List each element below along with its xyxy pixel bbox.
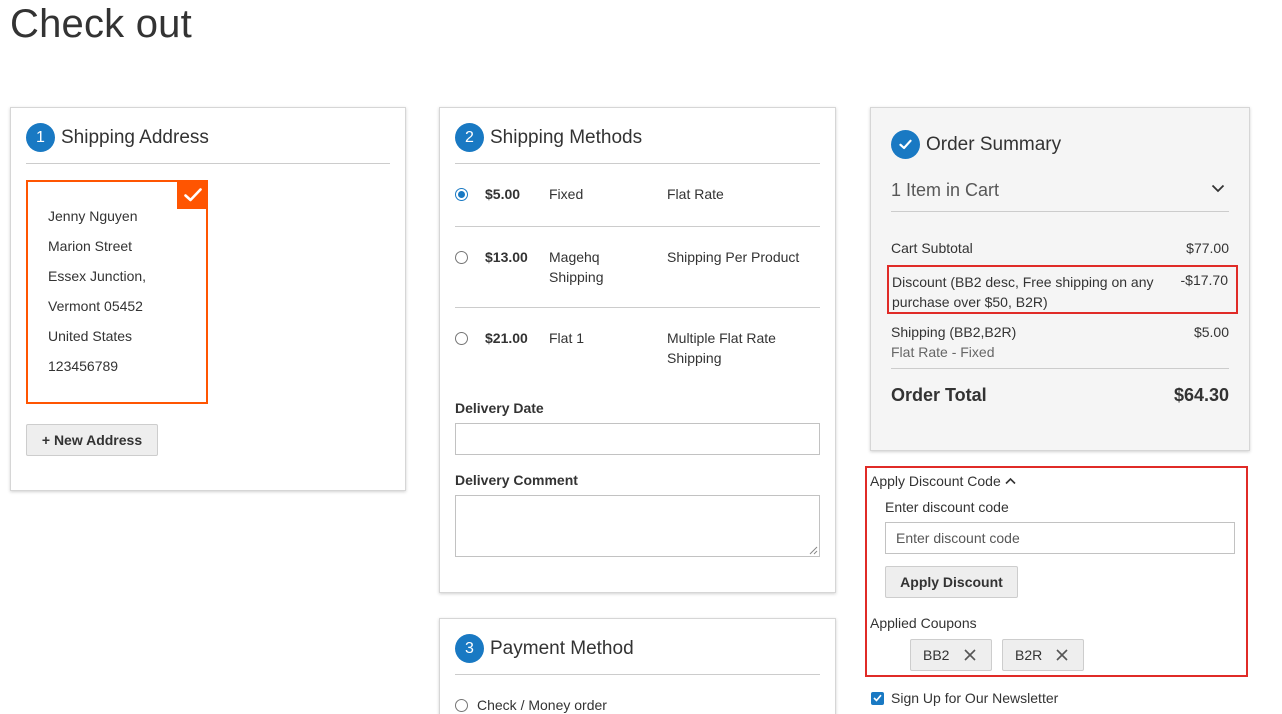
- delivery-comment-label: Delivery Comment: [455, 472, 578, 488]
- divider: [26, 163, 390, 164]
- step-number-1: 1: [26, 123, 55, 152]
- payment-radio-check-money-order[interactable]: [455, 699, 468, 712]
- order-summary-title: Order Summary: [926, 133, 1062, 155]
- coupon-tag-b2r: B2R: [1002, 639, 1084, 671]
- payment-option-label: Check / Money order: [477, 697, 607, 713]
- shipping-methods-title: Shipping Methods: [490, 126, 643, 148]
- divider: [891, 368, 1229, 369]
- shipping-method-price: $5.00: [485, 186, 521, 202]
- shipping-method-radio-multiple-flat[interactable]: [455, 332, 468, 345]
- newsletter-signup[interactable]: Sign Up for Our Newsletter: [871, 690, 1058, 706]
- shipping-method-sub: Flat Rate - Fixed: [891, 344, 995, 360]
- chevron-up-icon: [1005, 477, 1016, 485]
- shipping-method-row[interactable]: $5.00 Fixed Flat Rate: [455, 186, 820, 226]
- divider: [891, 211, 1229, 212]
- items-in-cart-toggle[interactable]: 1 Item in Cart: [891, 178, 1229, 212]
- shipping-method-price: $13.00: [485, 249, 528, 265]
- new-address-button[interactable]: + New Address: [26, 424, 158, 456]
- address-city: Essex Junction,: [48, 268, 147, 284]
- address-phone: 123456789: [48, 358, 119, 374]
- shipping-method-radio-per-product[interactable]: [455, 251, 468, 264]
- divider: [455, 674, 820, 675]
- order-total-value: $64.30: [1173, 385, 1229, 405]
- shipping-method-name: Flat 1: [549, 330, 585, 346]
- shipping-method-carrier: Multiple Flat Rate Shipping: [667, 330, 776, 366]
- divider: [455, 163, 820, 164]
- discount-label: Discount (BB2 desc, Free shipping on any…: [892, 274, 1154, 310]
- cart-subtotal-value: $77.00: [1186, 240, 1229, 256]
- shipping-method-row[interactable]: $13.00 Magehq Shipping Shipping Per Prod…: [455, 249, 820, 299]
- divider: [455, 307, 820, 308]
- check-icon: [873, 694, 882, 702]
- discount-field-label: Enter discount code: [885, 499, 1009, 515]
- payment-method-panel: 3 Payment Method Check / Money order: [439, 618, 836, 714]
- shipping-address-panel: 1 Shipping Address Jenny Nguyen Marion S…: [10, 107, 406, 491]
- shipping-method-carrier: Flat Rate: [667, 186, 724, 202]
- coupon-code: B2R: [1015, 647, 1043, 663]
- shipping-method-row[interactable]: $21.00 Flat 1 Multiple Flat Rate Shippin…: [455, 330, 820, 380]
- shipping-method-price: $21.00: [485, 330, 528, 346]
- order-summary-header: Order Summary: [891, 130, 1061, 159]
- delivery-date-label: Delivery Date: [455, 400, 544, 416]
- resize-handle-icon[interactable]: [809, 546, 818, 555]
- order-total-label: Order Total: [891, 385, 987, 405]
- step-number-3: 3: [455, 634, 484, 663]
- items-in-cart-label: 1 Item in Cart: [891, 180, 1000, 200]
- payment-option-row[interactable]: Check / Money order: [455, 697, 820, 714]
- payment-method-title: Payment Method: [490, 637, 634, 659]
- page-title: Check out: [10, 2, 192, 46]
- shipping-address-header: 1 Shipping Address: [26, 123, 209, 152]
- shipping-address-title: Shipping Address: [61, 126, 209, 148]
- discount-value: -$17.70: [1180, 272, 1228, 288]
- shipping-method-radio-flat-rate[interactable]: [455, 188, 468, 201]
- order-total-row: Order Total $64.30: [891, 385, 1229, 406]
- delivery-comment-textarea[interactable]: [455, 495, 820, 557]
- newsletter-label: Sign Up for Our Newsletter: [891, 690, 1059, 706]
- coupon-code: BB2: [923, 647, 950, 663]
- shipping-method-name: Magehq Shipping: [549, 249, 604, 285]
- shipping-method-name: Fixed: [549, 186, 584, 202]
- newsletter-checkbox[interactable]: [871, 691, 884, 705]
- shipping-methods-panel: 2 Shipping Methods $5.00 Fixed Flat Rate…: [439, 107, 836, 593]
- apply-discount-button[interactable]: Apply Discount: [885, 566, 1018, 598]
- discount-row-highlight: Discount (BB2 desc, Free shipping on any…: [887, 265, 1238, 314]
- discount-code-input[interactable]: [885, 522, 1235, 554]
- address-street: Marion Street: [48, 238, 133, 254]
- order-summary-panel: Order Summary 1 Item in Cart Cart Subtot…: [870, 107, 1250, 451]
- shipping-value: $5.00: [1193, 324, 1229, 340]
- shipping-row: Shipping (BB2,B2R) $5.00 Flat Rate - Fix…: [891, 324, 1229, 364]
- close-icon[interactable]: [963, 648, 977, 662]
- discount-code-toggle[interactable]: Apply Discount Code: [870, 473, 1016, 489]
- coupon-tag-bb2: BB2: [910, 639, 992, 671]
- address-name: Jenny Nguyen: [48, 208, 138, 224]
- discount-code-block: Apply Discount Code Enter discount code …: [865, 466, 1248, 677]
- address-country: United States: [48, 328, 133, 344]
- discount-code-title: Apply Discount Code: [870, 473, 1001, 489]
- shipping-methods-header: 2 Shipping Methods: [455, 123, 642, 152]
- close-icon[interactable]: [1055, 648, 1069, 662]
- chevron-down-icon: [1211, 184, 1225, 193]
- shipping-label: Shipping (BB2,B2R): [891, 324, 1017, 340]
- shipping-method-carrier: Shipping Per Product: [667, 249, 800, 265]
- address-card-selected[interactable]: Jenny Nguyen Marion Street Essex Junctio…: [26, 180, 208, 404]
- delivery-date-input[interactable]: [455, 423, 820, 455]
- payment-method-header: 3 Payment Method: [455, 634, 634, 663]
- check-icon: [177, 180, 208, 209]
- cart-subtotal-row: Cart Subtotal $77.00: [891, 240, 1229, 256]
- check-icon: [891, 130, 920, 159]
- divider: [455, 226, 820, 227]
- address-region: Vermont 05452: [48, 298, 143, 314]
- cart-subtotal-label: Cart Subtotal: [891, 240, 973, 256]
- step-number-2: 2: [455, 123, 484, 152]
- applied-coupons-label: Applied Coupons: [870, 615, 977, 631]
